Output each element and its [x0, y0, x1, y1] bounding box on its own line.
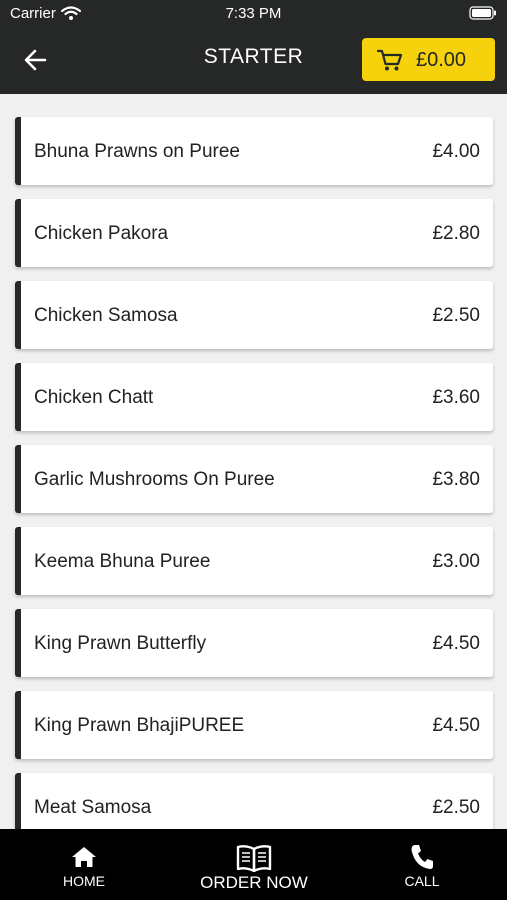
item-price: £3.80: [432, 469, 480, 490]
menu-list[interactable]: Bhuna Prawns on Puree £4.00 Chicken Pako…: [0, 94, 507, 829]
item-name: King Prawn BhajiPUREE: [34, 715, 245, 736]
phone-icon: [411, 845, 433, 869]
top-bar: Carrier 7:33 PM STARTER £0.00: [0, 0, 507, 94]
menu-book-icon: [236, 845, 272, 872]
item-name: Bhuna Prawns on Puree: [34, 141, 240, 162]
menu-item[interactable]: Chicken Chatt £3.60: [15, 363, 493, 431]
tab-order-now[interactable]: ORDER NOW: [190, 829, 318, 900]
status-bar: Carrier 7:33 PM: [0, 0, 507, 28]
item-price: £3.60: [432, 387, 480, 408]
item-name: Chicken Chatt: [34, 387, 154, 408]
tab-call-label: CALL: [404, 873, 440, 889]
menu-item[interactable]: Garlic Mushrooms On Puree £3.80: [15, 445, 493, 513]
status-time: 7:33 PM: [225, 5, 282, 22]
item-price: £2.80: [432, 223, 480, 244]
item-price: £3.00: [432, 551, 480, 572]
menu-item[interactable]: Keema Bhuna Puree £3.00: [15, 527, 493, 595]
item-name: Chicken Pakora: [34, 223, 169, 244]
item-name: Chicken Samosa: [34, 305, 178, 326]
menu-item[interactable]: Chicken Pakora £2.80: [15, 199, 493, 267]
item-price: £4.50: [432, 633, 480, 654]
tab-order-now-label: ORDER NOW: [200, 873, 308, 892]
item-name: Meat Samosa: [34, 797, 152, 818]
item-price: £2.50: [432, 797, 480, 818]
home-icon: [72, 847, 96, 867]
cart-icon: [376, 48, 403, 77]
item-name: Garlic Mushrooms On Puree: [34, 469, 275, 490]
item-price: £2.50: [432, 305, 480, 326]
menu-item[interactable]: Meat Samosa £2.50: [15, 773, 493, 829]
cart-total: £0.00: [416, 49, 467, 71]
item-name: Keema Bhuna Puree: [34, 551, 211, 572]
menu-item[interactable]: King Prawn BhajiPUREE £4.50: [15, 691, 493, 759]
battery-icon: [469, 6, 497, 24]
item-name: King Prawn Butterfly: [34, 633, 207, 654]
menu-item[interactable]: King Prawn Butterfly £4.50: [15, 609, 493, 677]
item-price: £4.00: [432, 141, 480, 162]
tab-call[interactable]: CALL: [382, 829, 462, 900]
bottom-tab-bar: HOME ORDER NOW CALL: [0, 829, 507, 900]
tab-home-label: HOME: [63, 873, 105, 889]
item-price: £4.50: [432, 715, 480, 736]
menu-item[interactable]: Chicken Samosa £2.50: [15, 281, 493, 349]
cart-button[interactable]: £0.00: [362, 38, 495, 81]
menu-item[interactable]: Bhuna Prawns on Puree £4.00: [15, 117, 493, 185]
tab-home[interactable]: HOME: [44, 829, 124, 900]
